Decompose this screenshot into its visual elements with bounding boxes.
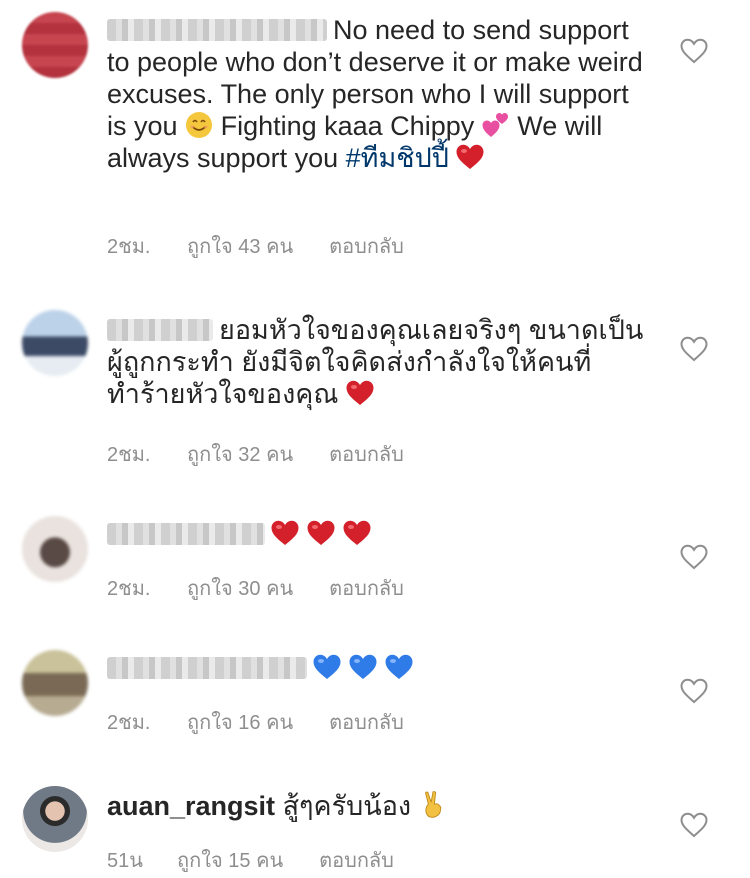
comment-meta: 2ชม. ถูกใจ 16 คน ตอบกลับ	[107, 706, 404, 738]
comment-text: ยอมหัวใจของคุณเลยจริงๆ ขนาดเป็นผู้ถูกกระ…	[107, 314, 647, 410]
like-heart-icon[interactable]	[680, 544, 708, 570]
blurred-username[interactable]	[107, 19, 327, 41]
comment-text	[107, 518, 647, 550]
avatar[interactable]	[22, 786, 88, 852]
comment-time: 51น	[107, 850, 143, 872]
comment-text: auan_rangsit สู้ๆครับน้อง	[107, 790, 647, 822]
red-heart-emoji	[346, 379, 374, 407]
reply-button[interactable]: ตอบกลับ	[329, 572, 404, 604]
avatar[interactable]	[22, 310, 88, 376]
comment-time: 2ชม.	[107, 712, 151, 734]
red-heart-emoji	[307, 519, 335, 547]
victory-hand-emoji	[419, 791, 447, 819]
smiling-face-emoji	[185, 111, 213, 139]
comment-time: 2ชม.	[107, 444, 151, 466]
likes-count[interactable]: ถูกใจ 16 คน	[187, 706, 293, 738]
comment-meta: 51น ถูกใจ 15 คน ตอบกลับ	[107, 844, 394, 876]
comment-username[interactable]: auan_rangsit	[107, 791, 275, 821]
like-heart-icon[interactable]	[680, 678, 708, 704]
red-heart-emoji	[343, 519, 371, 547]
comment-meta: 2ชม. ถูกใจ 43 คน ตอบกลับ	[107, 230, 404, 262]
like-heart-icon[interactable]	[680, 38, 708, 64]
blurred-username[interactable]	[107, 319, 213, 341]
red-heart-emoji	[456, 143, 484, 171]
likes-count[interactable]: ถูกใจ 43 คน	[187, 230, 293, 262]
hashtag-link[interactable]: #ทีมชิปปี้	[346, 143, 449, 173]
like-heart-icon[interactable]	[680, 336, 708, 362]
blurred-username[interactable]	[107, 657, 307, 679]
likes-count[interactable]: ถูกใจ 32 คน	[187, 438, 293, 470]
comment-text: No need to send support to people who do…	[107, 14, 647, 174]
blurred-username[interactable]	[107, 523, 265, 545]
comment-text	[107, 652, 647, 684]
red-heart-emoji	[271, 519, 299, 547]
blue-heart-emoji	[349, 653, 377, 681]
comment-text-body: สู้ๆครับน้อง	[282, 791, 412, 821]
comment-meta: 2ชม. ถูกใจ 32 คน ตอบกลับ	[107, 438, 404, 470]
reply-button[interactable]: ตอบกลับ	[329, 438, 404, 470]
reply-button[interactable]: ตอบกลับ	[329, 706, 404, 738]
comment-time: 2ชม.	[107, 578, 151, 600]
comment-time: 2ชม.	[107, 236, 151, 258]
avatar[interactable]	[22, 12, 88, 78]
blue-heart-emoji	[313, 653, 341, 681]
avatar[interactable]	[22, 650, 88, 716]
reply-button[interactable]: ตอบกลับ	[329, 230, 404, 262]
like-heart-icon[interactable]	[680, 812, 708, 838]
two-hearts-emoji	[482, 111, 510, 139]
blue-heart-emoji	[385, 653, 413, 681]
likes-count[interactable]: ถูกใจ 15 คน	[177, 844, 283, 876]
reply-button[interactable]: ตอบกลับ	[319, 844, 394, 876]
comment-text-part2: Fighting kaaa Chippy	[220, 111, 475, 141]
likes-count[interactable]: ถูกใจ 30 คน	[187, 572, 293, 604]
avatar[interactable]	[22, 516, 88, 582]
comment-meta: 2ชม. ถูกใจ 30 คน ตอบกลับ	[107, 572, 404, 604]
